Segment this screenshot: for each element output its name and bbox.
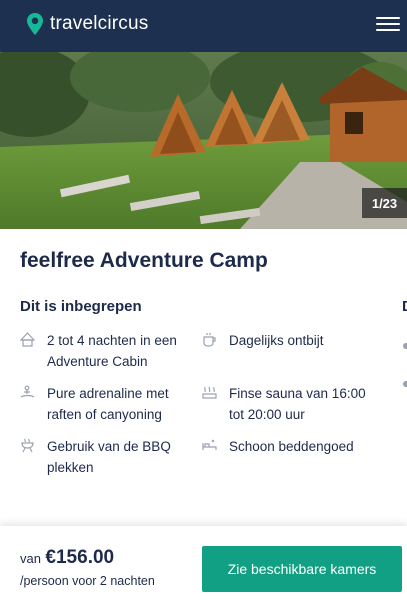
included-item: Schoon beddengoed — [202, 436, 382, 457]
next-column-bullet — [403, 381, 407, 387]
logo-text: travelcircus — [50, 13, 149, 34]
included-item-text: Pure adrenaline met raften of canyoning — [47, 386, 169, 422]
offer-title: feelfree Adventure Camp — [20, 249, 268, 272]
hamburger-menu-icon[interactable] — [376, 14, 400, 34]
coffee-cup-icon — [203, 333, 216, 347]
sauna-icon — [202, 386, 217, 399]
photo-counter: 1/23 — [362, 188, 407, 218]
included-item: 2 tot 4 nachten in een Adventure Cabin — [20, 330, 195, 372]
next-column-bullet — [403, 343, 407, 349]
included-item-text: Schoon beddengoed — [229, 439, 354, 454]
included-item-text: Gebruik van de BBQ plekken — [47, 439, 171, 475]
show-rooms-button[interactable]: Zie beschikbare kamers — [202, 546, 402, 592]
included-item: Pure adrenaline met raften of canyoning — [20, 383, 195, 425]
included-heading: Dit is inbegrepen — [20, 298, 142, 315]
included-item: Dagelijks ontbijt — [202, 330, 382, 351]
top-header: travelcircus — [0, 0, 407, 52]
cabin-icon — [20, 332, 35, 347]
price-amount: €156.00 — [45, 547, 115, 568]
price-note: /persoon voor 2 nachten — [20, 574, 155, 588]
rafting-icon — [20, 385, 35, 398]
bbq-icon — [21, 438, 34, 453]
price-prefix: van — [20, 551, 41, 566]
offer-card: feelfree Adventure Camp Dit is inbegrepe… — [0, 229, 407, 526]
included-item: Gebruik van de BBQ plekken — [20, 436, 195, 478]
included-item-text: Finse sauna van 16:00 tot 20:00 uur — [229, 386, 366, 422]
included-item-text: Dagelijks ontbijt — [229, 333, 324, 348]
bedding-icon — [202, 439, 217, 450]
hero-photo[interactable] — [0, 52, 407, 229]
map-pin-icon — [27, 13, 43, 35]
included-item-text: 2 tot 4 nachten in een Adventure Cabin — [47, 333, 177, 369]
booking-bar: van €156.00 /persoon voor 2 nachten Zie … — [0, 526, 407, 604]
price-line: van €156.00 — [20, 547, 114, 569]
next-column-heading-peek: D — [402, 298, 407, 315]
travelcircus-logo[interactable]: travelcircus — [26, 12, 148, 36]
included-item: Finse sauna van 16:00 tot 20:00 uur — [202, 383, 382, 425]
